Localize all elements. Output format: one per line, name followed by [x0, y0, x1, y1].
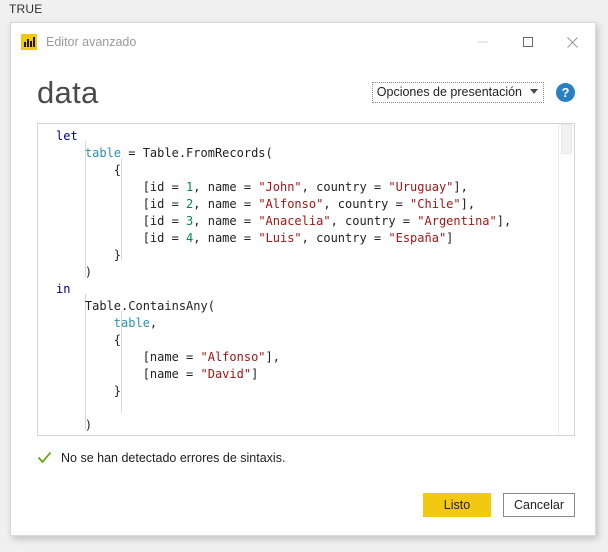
code-token: , country =: [301, 180, 389, 194]
header-actions: Opciones de presentación ?: [371, 81, 575, 103]
code-token: , country =: [330, 214, 418, 228]
code-token: "Alfonso": [200, 350, 266, 364]
code-token: ]: [251, 367, 259, 381]
code-line: let: [54, 128, 558, 145]
code-line: Table.ContainsAny(: [54, 298, 558, 315]
close-icon[interactable]: [550, 23, 595, 61]
code-token: ],: [460, 197, 476, 211]
code-area[interactable]: let table = Table.FromRecords( { [id = 1…: [54, 124, 558, 435]
code-token: [id =: [56, 214, 187, 228]
code-line: table = Table.FromRecords(: [54, 145, 558, 162]
code-token: [id =: [56, 180, 187, 194]
code-line: [name = "Alfonso"],: [54, 349, 558, 366]
code-line: {: [54, 162, 558, 179]
code-line: [id = 2, name = "Alfonso", country = "Ch…: [54, 196, 558, 213]
code-line: ): [54, 417, 558, 434]
code-token: ,: [149, 316, 158, 330]
code-token: [id =: [56, 231, 187, 245]
editor-gutter: [38, 124, 54, 435]
code-token: , name =: [193, 180, 259, 194]
help-icon[interactable]: ?: [556, 82, 575, 102]
code-token: ],: [453, 180, 468, 194]
code-token: "Argentina": [417, 214, 497, 228]
code-line: [id = 4, name = "Luis", country = "Españ…: [54, 230, 558, 247]
code-token: Table.ContainsAny(: [56, 299, 215, 313]
code-token: let: [56, 129, 78, 143]
code-token: "España": [388, 231, 447, 245]
window-controls: [460, 23, 595, 61]
code-token: table: [84, 146, 122, 160]
syntax-status: No se han detectado errores de sintaxis.: [37, 450, 595, 465]
code-token: = Table.FromRecords(: [121, 146, 273, 160]
code-lines: let table = Table.FromRecords( { [id = 1…: [54, 128, 558, 434]
code-token: "Anacelia": [258, 214, 331, 228]
code-token: "Uruguay": [388, 180, 454, 194]
code-token: "David": [200, 367, 252, 381]
code-token: ]: [446, 231, 454, 245]
cancel-button[interactable]: Cancelar: [502, 493, 575, 517]
title-bar: Editor avanzado: [11, 23, 595, 61]
code-token: "Luis": [258, 231, 302, 245]
code-token: [id =: [56, 197, 187, 211]
display-options-label: Opciones de presentación: [376, 84, 522, 99]
code-token: "Alfonso": [258, 197, 324, 211]
code-line: in: [54, 281, 558, 298]
scrollbar-thumb[interactable]: [561, 124, 572, 154]
done-button[interactable]: Listo: [422, 493, 491, 517]
vertical-scrollbar[interactable]: [558, 124, 574, 435]
code-token: , name =: [193, 214, 259, 228]
power-bi-bar-chart-icon: [21, 34, 37, 50]
chevron-down-icon: [530, 88, 538, 94]
code-token: }: [56, 248, 122, 262]
code-token: , country =: [301, 231, 389, 245]
code-line: }: [54, 247, 558, 264]
syntax-status-message: No se han detectado errores de sintaxis.: [61, 450, 286, 465]
code-token: [name =: [56, 350, 201, 364]
maximize-icon[interactable]: [505, 23, 550, 61]
code-editor[interactable]: let table = Table.FromRecords( { [id = 1…: [37, 123, 575, 436]
code-line: ): [54, 264, 558, 281]
code-token: ): [56, 265, 93, 279]
dialog-footer: Listo Cancelar: [11, 493, 595, 535]
code-token: [name =: [56, 367, 201, 381]
code-token: in: [56, 282, 71, 296]
code-line: {: [54, 332, 558, 349]
code-token: ): [56, 418, 93, 432]
code-token: }: [56, 384, 122, 398]
code-token: ],: [265, 350, 280, 364]
window-title: Editor avanzado: [46, 35, 137, 49]
display-options-dropdown[interactable]: Opciones de presentación: [371, 81, 544, 103]
code-line: [id = 1, name = "John", country = "Urugu…: [54, 179, 558, 196]
code-token: {: [56, 333, 122, 347]
checkmark-icon: [37, 450, 52, 465]
code-token: , country =: [323, 197, 411, 211]
code-line: [name = "David"]: [54, 366, 558, 383]
code-line: table,: [54, 315, 558, 332]
page-title: data: [37, 74, 99, 110]
dialog-header: data Opciones de presentación ?: [11, 61, 595, 123]
advanced-editor-dialog: Editor avanzado data Opciones de present…: [10, 22, 596, 536]
code-token: ],: [496, 214, 512, 228]
background-label: TRUE: [9, 2, 43, 16]
code-token: {: [56, 163, 122, 177]
code-token: "Chile": [410, 197, 461, 211]
code-token: , name =: [193, 231, 259, 245]
code-line: [id = 3, name = "Anacelia", country = "A…: [54, 213, 558, 230]
code-token: , name =: [193, 197, 259, 211]
code-token: "John": [258, 180, 302, 194]
code-token: table: [113, 316, 150, 330]
code-line: }: [54, 383, 558, 400]
minimize-icon[interactable]: [460, 23, 505, 61]
